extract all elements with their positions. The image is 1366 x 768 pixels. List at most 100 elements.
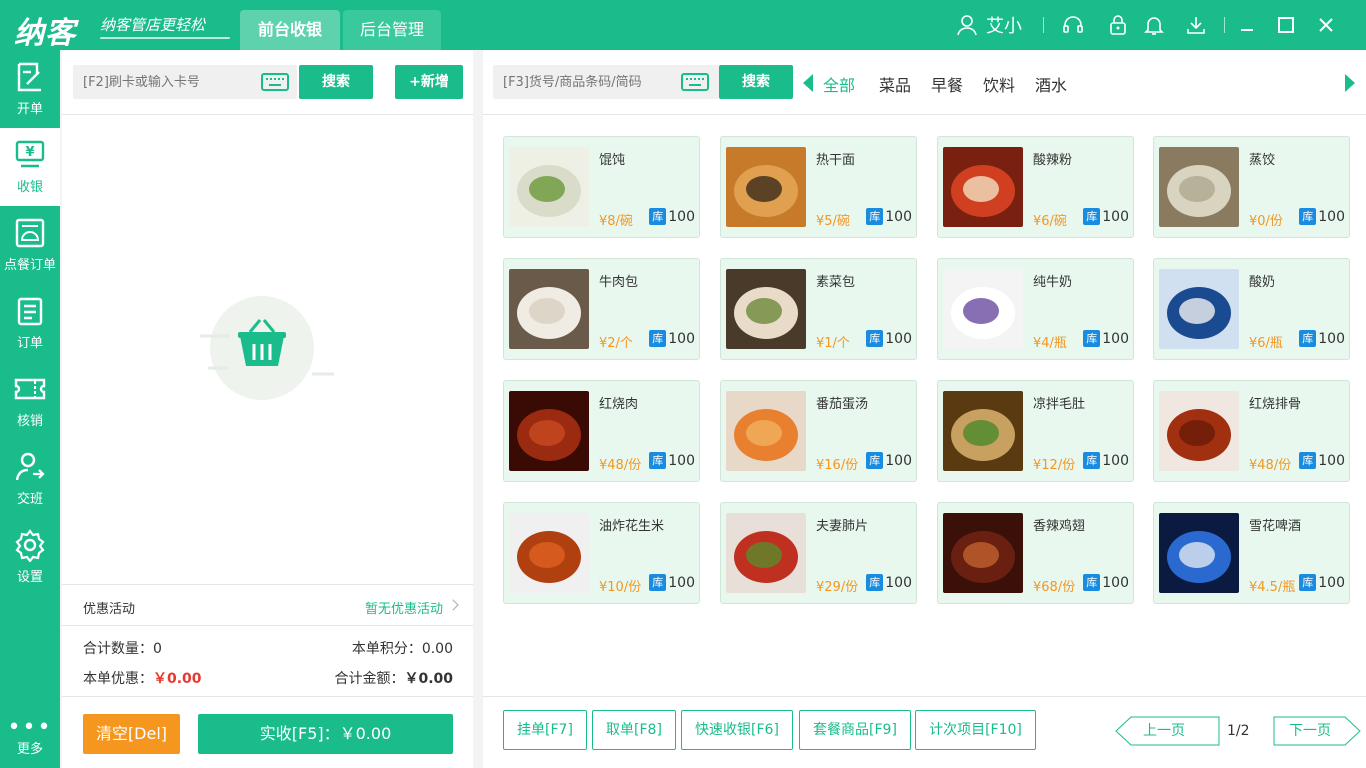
product-name: 素菜包 — [816, 275, 856, 290]
product-price: ¥4.5/瓶 — [1249, 580, 1296, 595]
stock-count: 100 — [668, 452, 695, 469]
product-card[interactable]: 油炸花生米 ¥10/份库 100 — [503, 502, 700, 604]
promotion-label: 优惠活动 — [83, 602, 136, 617]
tab-front-cashier[interactable]: 前台收银 — [240, 10, 340, 50]
page-indicator: 1/2 — [1227, 723, 1250, 739]
stock-badge-icon: 库 — [1083, 452, 1101, 469]
user-menu[interactable]: 艾小 — [956, 13, 1022, 37]
minimize-icon[interactable] — [1236, 14, 1258, 36]
category-prev-icon[interactable] — [803, 74, 813, 92]
sidebar-more[interactable]: ••• 更多 — [0, 717, 60, 758]
keyboard-icon[interactable] — [261, 73, 289, 91]
product-name: 酸辣粉 — [1033, 153, 1073, 168]
category-all[interactable]: 全部 — [823, 72, 855, 96]
sidebar-item-label: 核销 — [16, 414, 43, 429]
order-discount: 本单优惠：￥0.00 — [83, 668, 202, 688]
product-image — [726, 269, 806, 349]
product-card[interactable]: 蒸饺 ¥0/份 库 100 — [1153, 136, 1350, 238]
product-card[interactable]: 酸奶 ¥6/瓶 库 100 — [1153, 258, 1350, 360]
add-member-button[interactable]: +新增 — [395, 65, 463, 99]
product-stock: 库 100 — [866, 208, 912, 225]
sidebar-item-label: 交班 — [16, 492, 43, 507]
product-name: 雪花啤酒 — [1249, 519, 1302, 534]
goods-search-button[interactable]: 搜索 — [719, 65, 793, 99]
bell-icon[interactable] — [1143, 14, 1165, 36]
product-stock: 库 100 — [1299, 208, 1345, 225]
product-card[interactable]: 夫妻肺片 ¥29/份库 100 — [720, 502, 917, 604]
total-amount-value: ￥0.00 — [404, 671, 453, 687]
stock-badge-icon: 库 — [1299, 330, 1317, 347]
sidebar-item-verify[interactable]: 核销 — [0, 362, 60, 440]
product-price: ¥29/份 — [816, 580, 859, 595]
stock-count: 100 — [885, 452, 912, 469]
product-card[interactable]: 馄饨 ¥8/碗 库 100 — [503, 136, 700, 238]
product-card[interactable]: 纯牛奶 ¥4/瓶 库 100 — [937, 258, 1134, 360]
sidebar-item-cashier[interactable]: ¥ 收银 — [0, 128, 60, 206]
card-search-button[interactable]: 搜索 — [299, 65, 373, 99]
chevron-right-icon — [447, 599, 459, 611]
category-alcohol[interactable]: 酒水 — [1035, 72, 1067, 96]
stock-badge-icon: 库 — [1083, 330, 1101, 347]
sidebar-item-settings[interactable]: 设置 — [0, 518, 60, 596]
product-name: 油炸花生米 — [599, 519, 665, 534]
headset-icon[interactable] — [1062, 14, 1084, 36]
product-card[interactable]: 酸辣粉 ¥6/碗 库 100 — [937, 136, 1134, 238]
product-card[interactable]: 凉拌毛肚 ¥12/份库 100 — [937, 380, 1134, 482]
product-price: ¥48/份 — [1249, 458, 1292, 473]
product-name: 夫妻肺片 — [816, 519, 869, 534]
count-items-button[interactable]: 计次项目[F10] — [915, 710, 1036, 750]
sidebar-item-open-order[interactable]: 开单 — [0, 50, 60, 128]
pay-button[interactable]: 实收[F5]：￥0.00 — [198, 714, 453, 754]
shift-change-icon — [15, 452, 45, 481]
product-price: ¥68/份 — [1033, 580, 1076, 595]
gear-icon — [15, 529, 45, 562]
hold-order-button[interactable]: 挂单[F7] — [503, 710, 587, 750]
product-card[interactable]: 素菜包 ¥1/个 库 100 — [720, 258, 917, 360]
stock-count: 100 — [885, 208, 912, 225]
lock-icon[interactable] — [1107, 14, 1129, 36]
category-dishes[interactable]: 菜品 — [879, 72, 911, 96]
product-stock: 库 100 — [866, 574, 912, 591]
tab-back-management[interactable]: 后台管理 — [343, 10, 441, 50]
product-card[interactable]: 番茄蛋汤 ¥16/份库 100 — [720, 380, 917, 482]
product-price: ¥48/份 — [599, 458, 642, 473]
retrieve-order-button[interactable]: 取单[F8] — [592, 710, 676, 750]
product-image — [1159, 269, 1239, 349]
divider — [62, 114, 473, 115]
product-card[interactable]: 热干面 ¥5/碗 库 100 — [720, 136, 917, 238]
combo-goods-button[interactable]: 套餐商品[F9] — [799, 710, 911, 750]
product-card[interactable]: 香辣鸡翅 ¥68/份库 100 — [937, 502, 1134, 604]
promotion-row[interactable]: 优惠活动 暂无优惠活动 — [62, 584, 473, 626]
stock-count: 100 — [1318, 208, 1345, 225]
product-card[interactable]: 红烧排骨 ¥48/份库 100 — [1153, 380, 1350, 482]
quick-checkout-button[interactable]: 快速收银[F6] — [681, 710, 793, 750]
sidebar-item-shift[interactable]: 交班 — [0, 440, 60, 518]
download-icon[interactable] — [1185, 14, 1207, 36]
product-stock: 库 100 — [1083, 330, 1129, 347]
category-next-icon[interactable] — [1345, 74, 1355, 92]
category-breakfast[interactable]: 早餐 — [931, 72, 963, 96]
sidebar-item-orders[interactable]: 订单 — [0, 284, 60, 362]
divider — [483, 114, 1366, 115]
product-name: 酸奶 — [1249, 275, 1276, 290]
app-logo: 纳客 — [14, 16, 76, 51]
maximize-icon[interactable] — [1275, 14, 1297, 36]
product-card[interactable]: 牛肉包 ¥2/个 库 100 — [503, 258, 700, 360]
close-icon[interactable] — [1315, 14, 1337, 36]
keyboard-icon[interactable] — [681, 73, 709, 91]
product-card[interactable]: 雪花啤酒 ¥4.5/瓶库 100 — [1153, 502, 1350, 604]
category-drinks[interactable]: 饮料 — [983, 72, 1015, 96]
user-icon — [957, 15, 977, 36]
total-quantity-value: 0 — [153, 641, 162, 657]
product-name: 凉拌毛肚 — [1033, 397, 1086, 412]
product-stock: 库 100 — [649, 452, 695, 469]
clear-button[interactable]: 清空[Del] — [83, 714, 180, 754]
product-price: ¥12/份 — [1033, 458, 1076, 473]
sidebar-item-label: 收银 — [16, 180, 43, 195]
order-list-icon — [17, 297, 43, 326]
discount-value: ￥0.00 — [153, 671, 202, 687]
product-card[interactable]: 红烧肉 ¥48/份库 100 — [503, 380, 700, 482]
sidebar-item-food-orders[interactable]: 点餐订单 — [0, 206, 60, 284]
product-image — [1159, 147, 1239, 227]
total-amount: 合计金额：￥0.00 — [334, 668, 453, 688]
